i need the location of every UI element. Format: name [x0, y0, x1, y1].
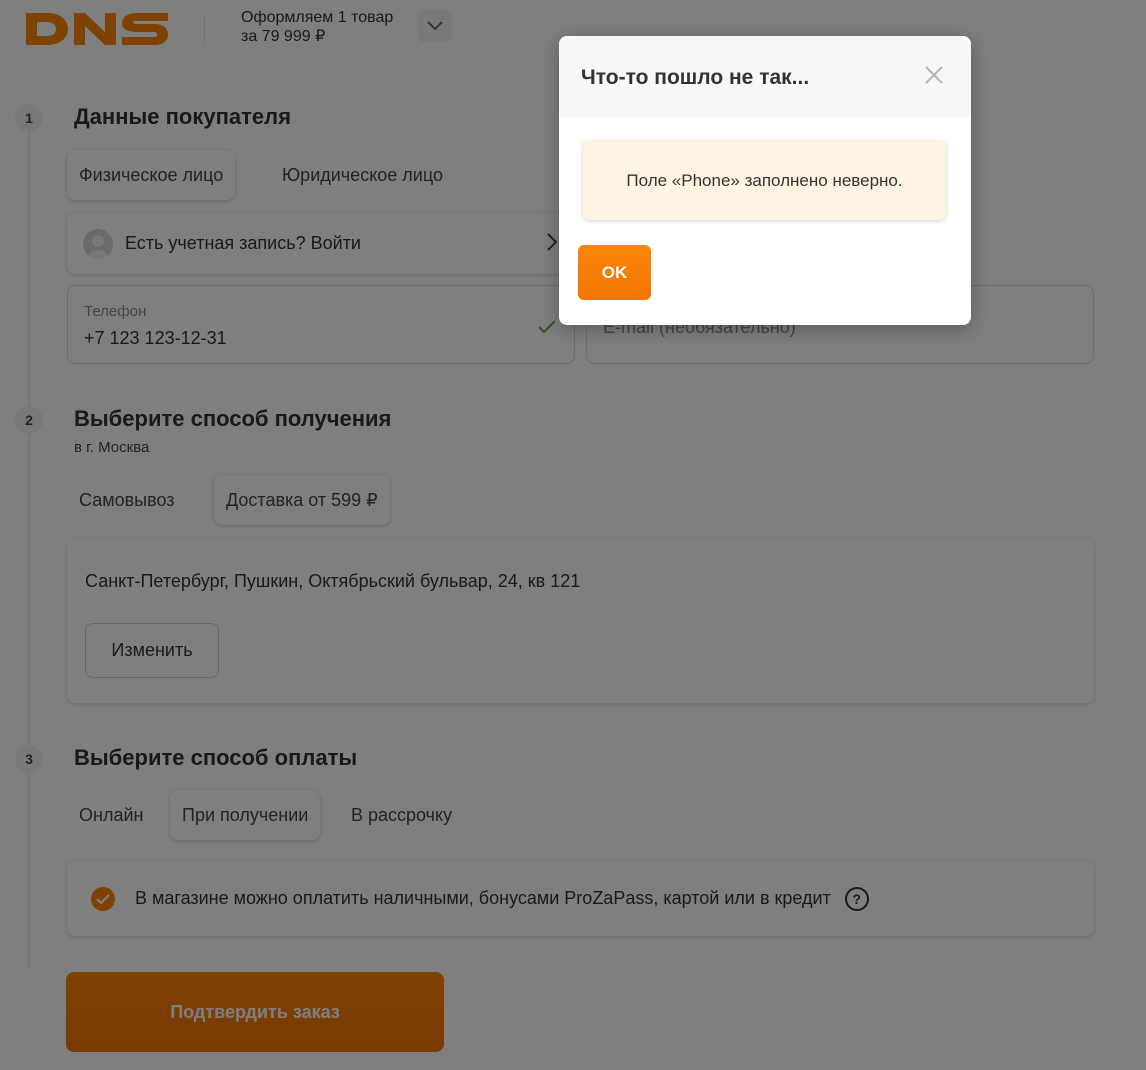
ok-button[interactable]: OK	[578, 245, 651, 300]
error-message: Поле «Phone» заполнено неверно.	[583, 141, 946, 220]
error-dialog: Что-то пошло не так... Поле «Phone» запо…	[559, 36, 971, 325]
dialog-title: Что-то пошло не так...	[581, 66, 810, 89]
dialog-header: Что-то пошло не так...	[559, 36, 971, 117]
close-icon[interactable]	[923, 64, 945, 86]
